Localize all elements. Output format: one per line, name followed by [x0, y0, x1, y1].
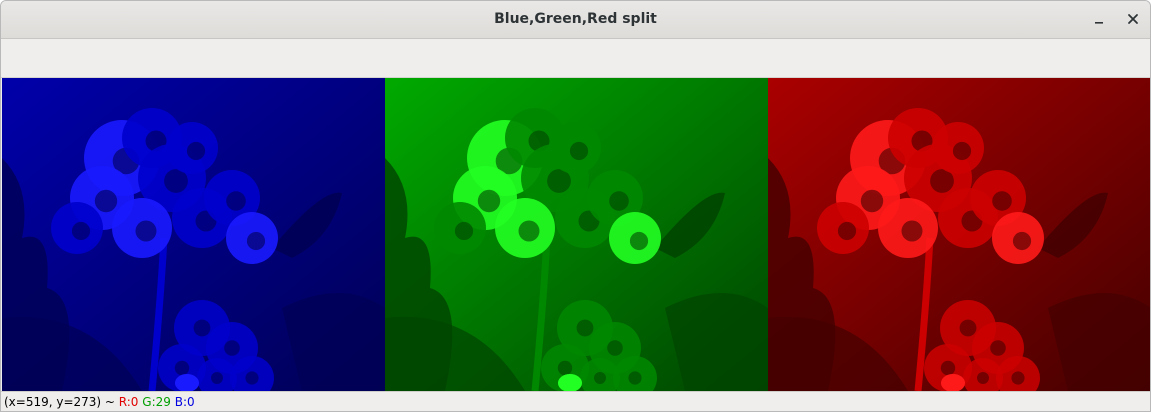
app-window: Blue,Green,Red split (x=519, y=273) ~ R:… — [0, 0, 1151, 412]
image-canvas[interactable] — [2, 78, 1150, 391]
green-channel-image[interactable] — [385, 78, 768, 391]
status-red-value: R:0 — [118, 395, 139, 409]
minimize-button[interactable] — [1089, 9, 1109, 29]
toolbar — [1, 39, 1150, 78]
minimize-icon — [1095, 22, 1103, 24]
close-button[interactable] — [1123, 9, 1143, 29]
close-icon — [1128, 14, 1138, 24]
red-flower-photo — [768, 78, 1150, 391]
title-bar[interactable]: Blue,Green,Red split — [1, 1, 1150, 39]
red-channel-image[interactable] — [768, 78, 1150, 391]
status-green-value: G:29 — [142, 395, 171, 409]
status-bar: (x=519, y=273) ~ R:0 G:29 B:0 — [1, 391, 1150, 411]
status-coords: (x=519, y=273) ~ — [4, 395, 119, 409]
blue-flower-photo — [2, 78, 385, 391]
status-blue-value: B:0 — [174, 395, 195, 409]
green-flower-photo — [385, 78, 768, 391]
window-title: Blue,Green,Red split — [494, 11, 657, 27]
blue-channel-image[interactable] — [2, 78, 385, 391]
